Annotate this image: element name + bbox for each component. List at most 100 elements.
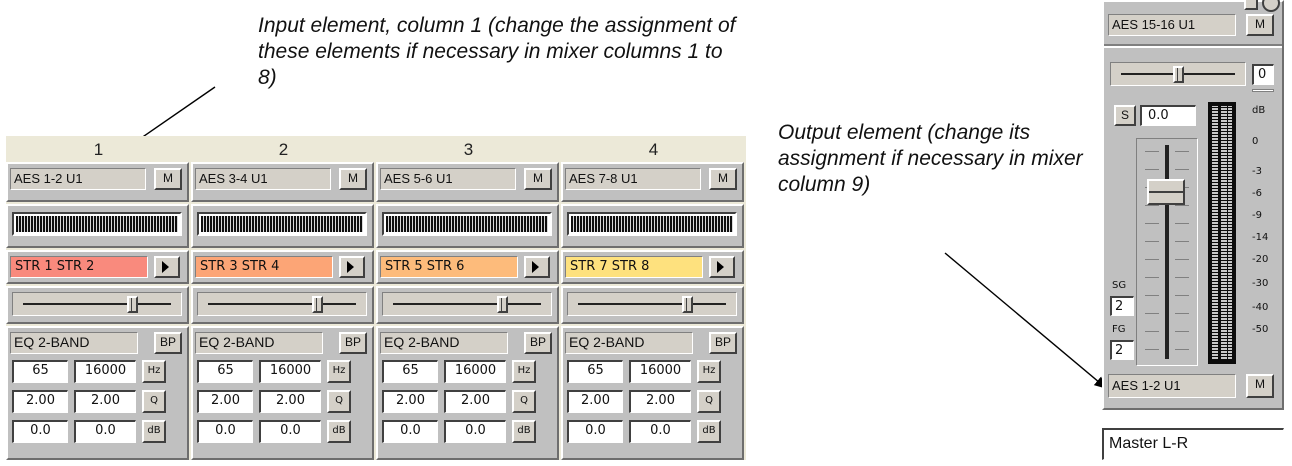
- output-balance-thumb[interactable]: [1173, 66, 1184, 83]
- record-panel: STR 3 STR 4: [191, 250, 374, 284]
- low-gain-field[interactable]: 0.0: [197, 420, 253, 443]
- eq-type-field[interactable]: EQ 2-BAND: [195, 332, 323, 354]
- output-strip: AES 15-16 U1 M 0 S 0.0 dB 0 -3 -6 -9 -14 -20 -3…: [1102, 0, 1284, 410]
- output-top-mute-button[interactable]: M: [1246, 14, 1274, 36]
- low-q-field[interactable]: 2.00: [197, 390, 253, 413]
- bypass-button[interactable]: BP: [339, 332, 367, 354]
- mute-button[interactable]: M: [524, 168, 552, 190]
- record-assign-field[interactable]: STR 1 STR 2: [10, 256, 148, 278]
- output-solo-button[interactable]: S: [1114, 105, 1136, 126]
- pan-slider[interactable]: [197, 292, 367, 316]
- pan-thumb[interactable]: [682, 296, 693, 313]
- pan-slider[interactable]: [12, 292, 182, 316]
- mute-button[interactable]: M: [339, 168, 367, 190]
- low-freq-field[interactable]: 65: [567, 360, 623, 383]
- high-gain-field[interactable]: 0.0: [629, 420, 691, 443]
- high-gain-field[interactable]: 0.0: [74, 420, 136, 443]
- db-scale-label: -50: [1252, 324, 1269, 335]
- output-fader-thumb[interactable]: [1147, 179, 1185, 205]
- eq-type-field[interactable]: EQ 2-BAND: [380, 332, 508, 354]
- high-gain-field[interactable]: 0.0: [444, 420, 506, 443]
- column-number: 3: [376, 136, 561, 162]
- hz-unit-button[interactable]: Hz: [697, 360, 721, 383]
- high-freq-field[interactable]: 16000: [629, 360, 691, 383]
- eq-type-field[interactable]: EQ 2-BAND: [565, 332, 693, 354]
- high-q-field[interactable]: 2.00: [629, 390, 691, 413]
- hz-unit-button[interactable]: Hz: [142, 360, 166, 383]
- high-gain-field[interactable]: 0.0: [259, 420, 321, 443]
- eq-type-field[interactable]: EQ 2-BAND: [10, 332, 138, 354]
- mute-button[interactable]: M: [154, 168, 182, 190]
- q-unit-button[interactable]: Q: [512, 390, 536, 413]
- bypass-button[interactable]: BP: [709, 332, 737, 354]
- play-arrow-icon[interactable]: [709, 256, 735, 278]
- low-q-field[interactable]: 2.00: [567, 390, 623, 413]
- output-annotation: Output element (change its assignment if…: [778, 121, 1083, 196]
- play-arrow-icon[interactable]: [154, 256, 180, 278]
- sg-value[interactable]: 2: [1110, 296, 1134, 316]
- db-unit-button[interactable]: dB: [512, 420, 536, 443]
- high-q-field[interactable]: 2.00: [444, 390, 506, 413]
- q-unit-button[interactable]: Q: [327, 390, 351, 413]
- mute-button[interactable]: M: [709, 168, 737, 190]
- low-freq-field[interactable]: 65: [382, 360, 438, 383]
- low-q-field[interactable]: 2.00: [12, 390, 68, 413]
- input-panel: AES 1-2 U1 M: [6, 162, 189, 202]
- q-unit-button[interactable]: Q: [697, 390, 721, 413]
- bypass-button[interactable]: BP: [154, 332, 182, 354]
- db-unit-button[interactable]: dB: [327, 420, 351, 443]
- input-assign-field[interactable]: AES 7-8 U1: [565, 168, 701, 190]
- record-panel: STR 1 STR 2: [6, 250, 189, 284]
- fg-value[interactable]: 2: [1110, 340, 1134, 360]
- pan-slider[interactable]: [567, 292, 737, 316]
- record-panel: STR 7 STR 8: [561, 250, 744, 284]
- input-level-meter: [197, 212, 367, 236]
- pan-panel: [6, 286, 189, 324]
- input-assign-field[interactable]: AES 3-4 U1: [195, 168, 331, 190]
- low-gain-field[interactable]: 0.0: [567, 420, 623, 443]
- high-freq-field[interactable]: 16000: [74, 360, 136, 383]
- output-assign-field[interactable]: AES 1-2 U1: [1108, 374, 1236, 398]
- output-balance-slider[interactable]: [1110, 62, 1246, 86]
- output-balance-value[interactable]: 0: [1252, 64, 1274, 85]
- output-top-input-field[interactable]: AES 15-16 U1: [1108, 14, 1236, 36]
- high-freq-field[interactable]: 16000: [444, 360, 506, 383]
- output-mute-button[interactable]: M: [1246, 374, 1274, 398]
- pan-thumb[interactable]: [312, 296, 323, 313]
- pan-thumb[interactable]: [497, 296, 508, 313]
- top-knob-icon[interactable]: [1262, 0, 1280, 12]
- low-freq-field[interactable]: 65: [197, 360, 253, 383]
- record-assign-field[interactable]: STR 3 STR 4: [195, 256, 333, 278]
- low-gain-field[interactable]: 0.0: [382, 420, 438, 443]
- column-number: 1: [6, 136, 191, 162]
- record-assign-field[interactable]: STR 5 STR 6: [380, 256, 518, 278]
- high-q-field[interactable]: 2.00: [259, 390, 321, 413]
- play-arrow-icon[interactable]: [524, 256, 550, 278]
- high-q-field[interactable]: 2.00: [74, 390, 136, 413]
- top-small-button[interactable]: [1244, 0, 1258, 10]
- level-panel: [561, 204, 744, 248]
- db-scale-label: -20: [1252, 254, 1269, 265]
- low-q-field[interactable]: 2.00: [382, 390, 438, 413]
- hz-unit-button[interactable]: Hz: [512, 360, 536, 383]
- q-unit-button[interactable]: Q: [142, 390, 166, 413]
- pan-slider[interactable]: [382, 292, 552, 316]
- high-freq-field[interactable]: 16000: [259, 360, 321, 383]
- bypass-button[interactable]: BP: [524, 332, 552, 354]
- channel-strip: 3 AES 5-6 U1 M STR 5 STR 6 EQ 2-BAND BP …: [376, 136, 561, 460]
- output-gain-field[interactable]: 0.0: [1140, 105, 1196, 126]
- hz-unit-button[interactable]: Hz: [327, 360, 351, 383]
- db-unit-button[interactable]: dB: [697, 420, 721, 443]
- output-fader[interactable]: [1136, 138, 1198, 366]
- fg-label: FG: [1112, 324, 1126, 335]
- record-assign-field[interactable]: STR 7 STR 8: [565, 256, 703, 278]
- input-assign-field[interactable]: AES 1-2 U1: [10, 168, 146, 190]
- low-freq-field[interactable]: 65: [12, 360, 68, 383]
- low-gain-field[interactable]: 0.0: [12, 420, 68, 443]
- level-panel: [376, 204, 559, 248]
- master-name-field[interactable]: Master L-R: [1102, 428, 1284, 460]
- play-arrow-icon[interactable]: [339, 256, 365, 278]
- pan-thumb[interactable]: [127, 296, 138, 313]
- input-assign-field[interactable]: AES 5-6 U1: [380, 168, 516, 190]
- db-unit-button[interactable]: dB: [142, 420, 166, 443]
